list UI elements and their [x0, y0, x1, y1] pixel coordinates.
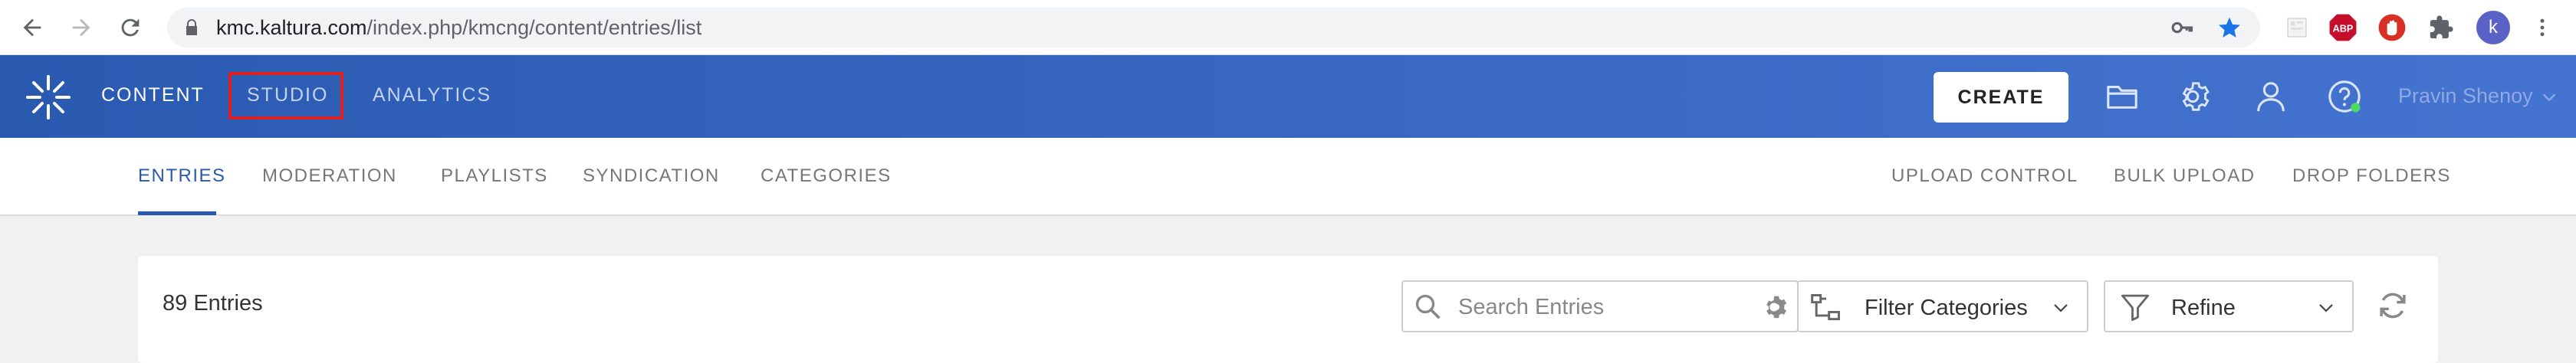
active-tab-indicator: [138, 211, 216, 215]
forward-button[interactable]: [63, 9, 100, 46]
tab-playlists[interactable]: PLAYLISTS: [441, 165, 548, 187]
create-button[interactable]: CREATE: [1934, 72, 2068, 123]
refresh-icon[interactable]: [2377, 289, 2409, 322]
reload-button[interactable]: [112, 9, 149, 46]
search-input[interactable]: [1458, 291, 1742, 323]
tab-categories[interactable]: CATEGORIES: [761, 165, 892, 187]
back-arrow-icon: [23, 18, 41, 37]
studio-highlight-box: [228, 72, 343, 119]
hand-stop-extension-icon[interactable]: [2377, 12, 2407, 43]
filter-categories-label: Filter Categories: [1865, 296, 2028, 320]
tab-moderation[interactable]: MODERATION: [262, 165, 397, 187]
funnel-filter-icon: [2121, 294, 2150, 322]
entries-count: 89 Entries: [163, 291, 263, 316]
extension-placeholder-icon[interactable]: [2282, 12, 2312, 43]
user-profile-icon[interactable]: [2251, 77, 2291, 116]
puzzle-extensions-icon[interactable]: [2426, 12, 2456, 43]
chevron-down-icon: [2319, 304, 2333, 312]
tab-syndication[interactable]: SYNDICATION: [583, 165, 720, 187]
search-icon: [1415, 294, 1441, 319]
kaltura-logo-icon[interactable]: [23, 72, 74, 123]
url-path: /index.php/kmcng/content/entries/list: [366, 16, 702, 39]
settings-gear-icon[interactable]: [2176, 77, 2216, 116]
bookmark-star-icon[interactable]: [2217, 15, 2242, 40]
chevron-down-icon[interactable]: [2541, 89, 2558, 106]
tab-drop-folders[interactable]: DROP FOLDERS: [2292, 165, 2451, 187]
filter-categories-dropdown[interactable]: Filter Categories: [1797, 280, 2088, 332]
profile-avatar[interactable]: k: [2476, 11, 2510, 44]
refine-label: Refine: [2171, 296, 2236, 320]
abp-text: ABP: [2333, 24, 2354, 34]
tab-upload-control[interactable]: UPLOAD CONTROL: [1891, 165, 2078, 187]
forward-arrow-icon: [72, 18, 90, 37]
url-text: kmc.kaltura.com/index.php/kmcng/content/…: [216, 17, 702, 38]
refine-dropdown[interactable]: Refine: [2104, 280, 2354, 332]
back-button[interactable]: [14, 9, 51, 46]
help-icon[interactable]: [2325, 77, 2364, 116]
tab-entries[interactable]: ENTRIES: [138, 165, 226, 187]
app-header: CONTENT STUDIO ANALYTICS CREATE Pravin S…: [0, 55, 2576, 138]
address-bar[interactable]: kmc.kaltura.com/index.php/kmcng/content/…: [167, 8, 2260, 47]
url-host: kmc.kaltura.com: [216, 16, 367, 39]
tab-bulk-upload[interactable]: BULK UPLOAD: [2114, 165, 2256, 187]
user-name[interactable]: Pravin Shenoy: [2398, 84, 2533, 108]
category-tree-icon: [1811, 294, 1840, 321]
chevron-down-icon: [2054, 304, 2068, 312]
nav-content[interactable]: CONTENT: [101, 84, 205, 106]
sub-navigation: ENTRIES MODERATION PLAYLISTS SYNDICATION…: [0, 138, 2576, 216]
reload-icon: [121, 18, 140, 37]
nav-analytics[interactable]: ANALYTICS: [373, 84, 491, 106]
search-settings-gear-icon[interactable]: [1762, 293, 1791, 322]
folder-icon[interactable]: [2102, 77, 2142, 116]
entries-panel: 89 Entries Filter Categories Refine: [138, 256, 2438, 363]
browser-menu-icon[interactable]: [2528, 12, 2556, 43]
key-icon[interactable]: [2170, 15, 2194, 40]
browser-toolbar: kmc.kaltura.com/index.php/kmcng/content/…: [0, 0, 2576, 55]
search-entries-box[interactable]: [1401, 280, 1799, 332]
lock-icon: [186, 19, 197, 35]
adblock-plus-icon[interactable]: ABP: [2328, 12, 2358, 43]
